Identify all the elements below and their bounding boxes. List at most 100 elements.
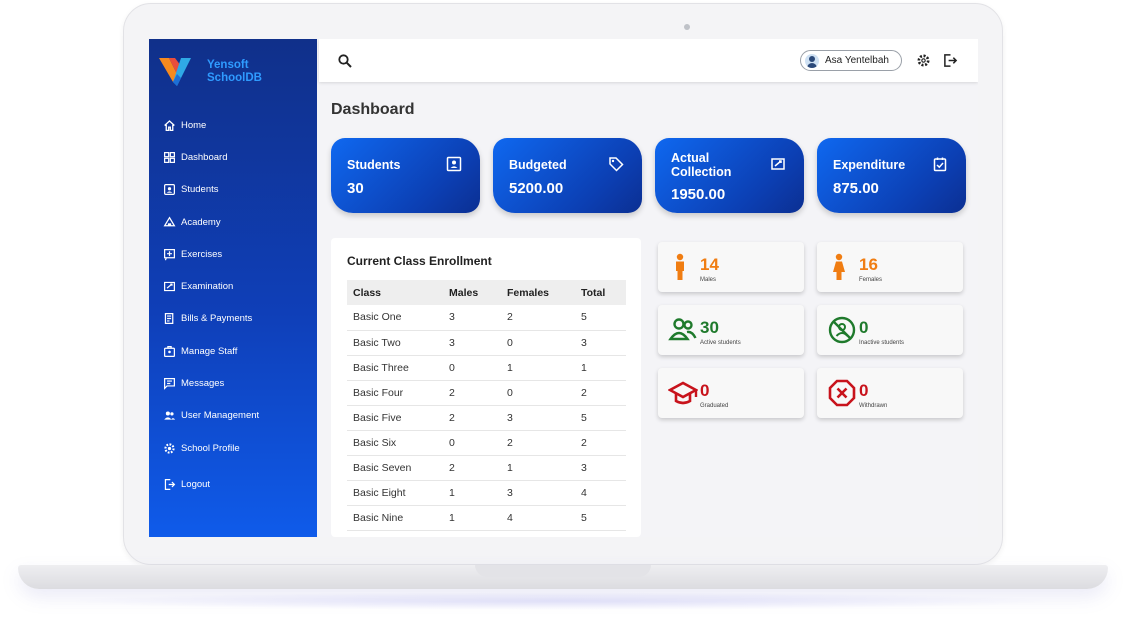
- cell-females: 2: [501, 305, 575, 331]
- sidebar-item-bills-payments[interactable]: Bills & Payments: [163, 303, 313, 335]
- stat-label: Expenditure: [833, 158, 906, 172]
- sidebar-item-school-profile[interactable]: School Profile: [163, 432, 313, 464]
- settings-icon: [164, 442, 175, 454]
- sign-out-icon[interactable]: [943, 53, 958, 68]
- sidebar-item-label: Dashboard: [181, 151, 228, 163]
- stat-card-budgeted[interactable]: Budgeted 5200.00: [493, 138, 642, 213]
- table-row: Basic Eight 1 3 4: [347, 480, 626, 506]
- column-header: Class: [347, 280, 443, 305]
- brand-name: Yensoft SchoolDB: [207, 59, 262, 85]
- sidebar-item-manage-staff[interactable]: Manage Staff: [163, 335, 313, 367]
- cell-class: Basic Three: [347, 355, 443, 381]
- sidebar-item-students[interactable]: Students: [163, 174, 313, 206]
- table-row: Basic Nine 1 4 5: [347, 505, 626, 531]
- sidebar-item-examination[interactable]: Examination: [163, 270, 313, 302]
- sidebar-item-exercises[interactable]: Exercises: [163, 238, 313, 270]
- cell-class: Basic Six: [347, 430, 443, 456]
- search-icon[interactable]: [337, 53, 353, 69]
- sidebar-item-label: Examination: [181, 281, 234, 293]
- cell-males: 1: [443, 505, 501, 531]
- staff-icon: [164, 345, 175, 357]
- sidebar-nav: Home Dashboard Students Academy Exercise…: [163, 109, 313, 501]
- page-title: Dashboard: [331, 101, 415, 118]
- table-row: Basic Two 3 0 3: [347, 330, 626, 356]
- summary-value: 14: [700, 255, 719, 274]
- table-row: Basic Three 0 1 1: [347, 355, 626, 381]
- sidebar-item-user-management[interactable]: User Management: [163, 400, 313, 432]
- cell-total: 2: [575, 430, 626, 456]
- sidebar-item-home[interactable]: Home: [163, 109, 313, 141]
- students-icon: [164, 184, 175, 196]
- stat-label: Budgeted: [509, 158, 567, 172]
- app-screen: Yensoft SchoolDB Home Dashboard Students…: [149, 39, 978, 537]
- home-icon: [164, 119, 175, 131]
- cell-males: 1: [443, 480, 501, 506]
- stat-card-actual-collection[interactable]: Actual Collection 1950.00: [655, 138, 804, 213]
- messages-icon: [164, 378, 175, 390]
- users-icon: [164, 411, 176, 420]
- summary-value: 0: [700, 381, 710, 400]
- column-header: Total: [575, 280, 626, 305]
- cell-class: Basic Five: [347, 405, 443, 431]
- column-header: Males: [443, 280, 501, 305]
- enrollment-card: Current Class Enrollment Class Males Fem…: [331, 238, 641, 537]
- sidebar-item-label: Academy: [181, 216, 221, 228]
- summary-inactive-students[interactable]: 0 Inactive students: [817, 305, 963, 355]
- stat-card-students[interactable]: Students 30: [331, 138, 480, 213]
- stat-label: Students: [347, 158, 401, 172]
- cell-class: Basic Four: [347, 380, 443, 406]
- brand-name-line1: Yensoft: [207, 59, 249, 71]
- bills-icon: [164, 313, 174, 325]
- table-header-row: Class Males Females Total: [347, 280, 626, 305]
- cell-males: 3: [443, 330, 501, 356]
- summary-value: 0: [859, 381, 869, 400]
- column-header: Females: [501, 280, 575, 305]
- cell-total: 5: [575, 305, 626, 331]
- summary-label: Females: [859, 277, 883, 283]
- cancel-octagon-icon: [828, 379, 856, 407]
- stat-value: 875.00: [833, 180, 879, 197]
- cell-males: 0: [443, 355, 501, 381]
- table-row: Basic Five 2 3 5: [347, 405, 626, 431]
- summary-females[interactable]: 16 Females: [817, 242, 963, 292]
- summary-graduated[interactable]: 0 Graduated: [658, 368, 804, 418]
- tag-icon: [609, 157, 624, 172]
- graduation-cap-icon: [668, 381, 698, 405]
- enrollment-title: Current Class Enrollment: [347, 254, 492, 268]
- cell-class: Basic One: [347, 305, 443, 331]
- brand-name-line2: SchoolDB: [207, 72, 262, 84]
- table-row: Basic Seven 2 1 3: [347, 455, 626, 481]
- cell-total: 2: [575, 380, 626, 406]
- summary-males[interactable]: 14 Males: [658, 242, 804, 292]
- logo-icon: [159, 58, 191, 86]
- sidebar: Yensoft SchoolDB Home Dashboard Students…: [149, 39, 317, 537]
- gear-icon[interactable]: [916, 53, 931, 68]
- dashboard-icon: [164, 151, 175, 163]
- stat-value: 5200.00: [509, 180, 564, 197]
- laptop-notch: [475, 565, 651, 577]
- sidebar-item-logout[interactable]: Logout: [163, 468, 313, 500]
- sidebar-item-label: Exercises: [181, 248, 223, 260]
- sidebar-item-messages[interactable]: Messages: [163, 367, 313, 399]
- summary-active-students[interactable]: 30 Active students: [658, 305, 804, 355]
- exercises-icon: [164, 248, 175, 261]
- stat-card-expenditure[interactable]: Expenditure 875.00: [817, 138, 966, 213]
- cell-females: 0: [501, 330, 575, 356]
- stat-value: 30: [347, 180, 364, 197]
- user-name: Asa Yentelbah: [825, 55, 889, 66]
- sidebar-item-label: Bills & Payments: [181, 313, 253, 325]
- sidebar-item-academy[interactable]: Academy: [163, 206, 313, 238]
- brand[interactable]: Yensoft SchoolDB: [159, 56, 262, 88]
- summary-label: Active students: [700, 340, 741, 346]
- cell-class: Basic Two: [347, 330, 443, 356]
- sidebar-item-dashboard[interactable]: Dashboard: [163, 141, 313, 173]
- table-row: Basic Six 0 2 2: [347, 430, 626, 456]
- summary-withdrawn[interactable]: 0 Withdrawn: [817, 368, 963, 418]
- user-profile-chip[interactable]: Asa Yentelbah: [800, 50, 902, 71]
- cell-total: 3: [575, 455, 626, 481]
- table-row: Basic One 3 2 5: [347, 305, 626, 331]
- sidebar-item-label: Students: [181, 184, 219, 196]
- cell-total: 3: [575, 330, 626, 356]
- cell-total: 1: [575, 355, 626, 381]
- stat-label: Actual Collection: [671, 151, 732, 179]
